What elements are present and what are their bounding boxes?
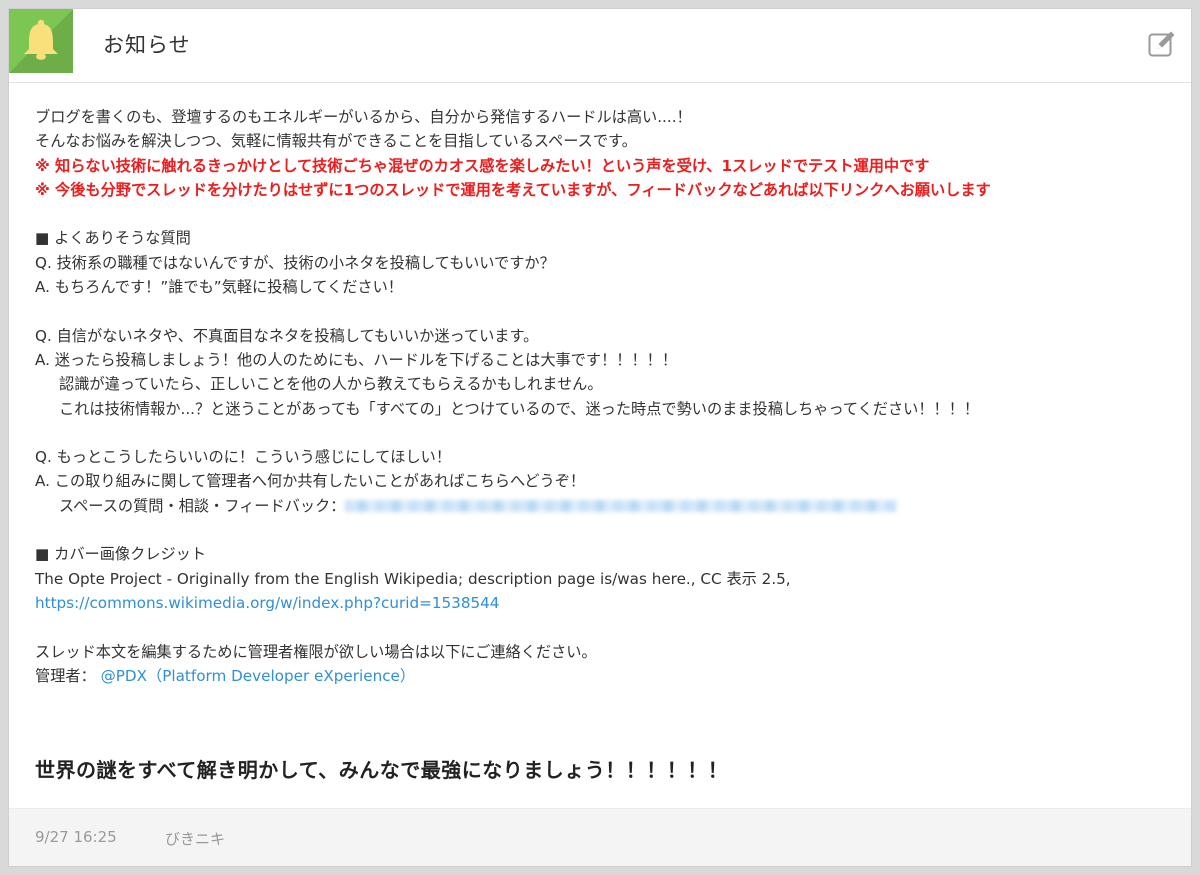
edit-icon [1148,31,1175,57]
admin-link[interactable]: @PDX（Platform Developer eXperience） [101,667,416,685]
notice-text: ※ 知らない技術に触れるきっかけとして技術ごちゃ混ぜのカオス感を楽しみたい！とい… [35,156,930,175]
edit-button[interactable] [1147,29,1177,59]
card-footer: 9/27 16:25 びきニキ [9,808,1191,866]
announcement-body: ブログを書くのも、登壇するのもエネルギーがいるから、自分から発信するハードルは高… [35,105,1175,688]
feedback-label: スペースの質問・相談・フィードバック： [59,496,346,515]
closing-message: 世界の謎をすべて解き明かして、みんなで最強になりましょう！！！！！！ [35,758,729,782]
credit-link-row: https://commons.wikimedia.org/w/index.ph… [35,591,1175,615]
faq-answer: A. もちろんです！”誰でも”気軽に投稿してください！ [35,278,403,297]
page-title: お知らせ [103,33,191,57]
credit-text: The Opte Project - Originally from the E… [35,569,791,588]
faq-answer: A. 迷ったら投稿しましょう！他の人のためにも、ハードルを下げることは大事です！… [35,350,678,369]
intro-text: そんなお悩みを解決しつつ、気軽に情報共有ができることを目指しているスペースです。 [35,132,637,151]
admin-label: 管理者： [35,666,96,685]
faq-answer-continued: 認識が違っていたら、正しいことを他の人から教えてもらえるかもしれません。 [59,375,603,394]
faq-answer-continued: これは技術情報か...？と迷うことがあっても「すべての」とつけているので、迷った… [59,399,980,418]
intro-text: ブログを書くのも、登壇するのもエネルギーがいるから、自分から発信するハードルは高… [35,108,692,126]
post-timestamp: 9/27 16:25 [35,828,117,846]
announcement-card: お知らせ ブログを書くのも、登壇するのもエネルギーがいるから、自分から発信するハ… [8,8,1192,867]
feedback-link-redacted[interactable] [345,500,898,513]
credit-heading: ■ カバー画像クレジット [35,545,207,564]
faq-heading: ■ よくありそうな質問 [35,229,191,248]
post-author[interactable]: びきニキ [165,828,225,849]
feedback-row: スペースの質問・相談・フィードバック： [35,494,1175,518]
bell-icon [24,19,58,60]
faq-question: Q. もっとこうしたらいいのに！こういう感じにしてほしい！ [35,448,452,467]
bell-icon-box [9,9,73,73]
admin-request-text: スレッド本文を編集するために管理者権限が欲しい場合は以下にご連絡ください。 [35,642,597,661]
admin-row: 管理者： @PDX（Platform Developer eXperience） [35,664,1175,688]
faq-question: Q. 技術系の職種ではないんですが、技術の小ネタを投稿してもいいですか？ [35,253,555,272]
credit-link[interactable]: https://commons.wikimedia.org/w/index.ph… [35,594,499,612]
faq-question: Q. 自信がないネタや、不真面目なネタを投稿してもいいか迷っています。 [35,326,539,345]
notice-text: ※ 今後も分野でスレッドを分けたりはせずに1つのスレッドで運用を考えていますが、… [35,180,991,199]
card-header: お知らせ [9,9,1191,83]
faq-answer: A. この取り組みに関して管理者へ何か共有したいことがあればこちらへどうぞ！ [35,472,586,491]
